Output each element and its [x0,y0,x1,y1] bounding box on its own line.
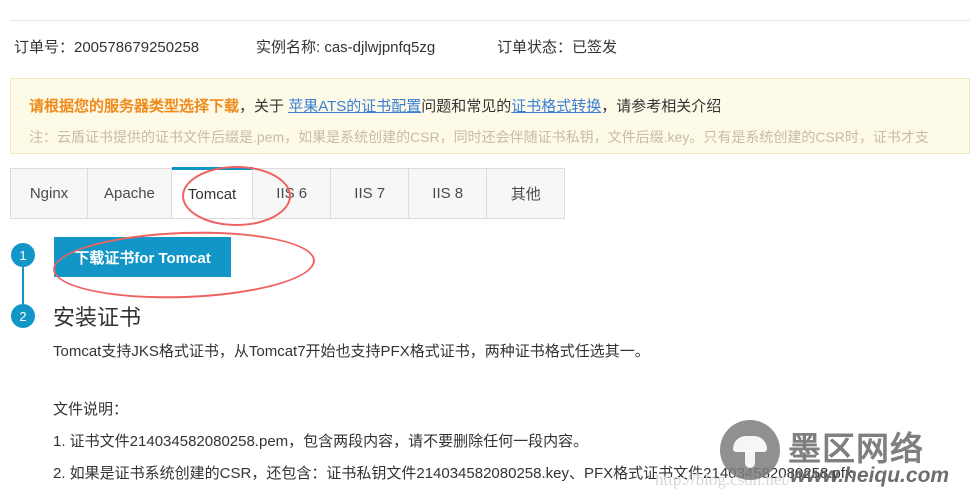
file-description-item: 1. 证书文件214034582080258.pem，包含两段内容，请不要删除任… [53,433,589,450]
certificate-download-page: 订单号：200578679250258 实例名称: cas-djlwjpnfq5z… [0,0,970,502]
notice-banner: 请根据您的服务器类型选择下载，关于 苹果ATS的证书配置问题和常见的证书格式转换… [10,78,970,154]
tab-iis8[interactable]: IIS 8 [409,168,488,218]
notice-tail-text: ，请参考相关介绍 [601,98,722,115]
tab-iis7[interactable]: IIS 7 [331,168,410,218]
watermark-faint-url: http://blog.csdn.net/ [655,470,791,489]
server-type-tabs: Nginx Apache Tomcat IIS 6 IIS 7 IIS 8 其他 [10,167,566,219]
install-section-title: 安装证书 [53,305,142,330]
notice-primary-line: 请根据您的服务器类型选择下载，关于 苹果ATS的证书配置问题和常见的证书格式转换… [29,95,721,116]
header-divider [10,20,970,21]
instance-name: 实例名称: cas-djlwjpnfq5zg [256,39,436,56]
step-badge-1: 1 [11,243,35,267]
order-status: 订单状态：已签发 [497,39,618,56]
tab-iis6[interactable]: IIS 6 [253,168,332,218]
ats-config-link[interactable]: 苹果ATS的证书配置 [288,98,421,115]
step-badge-2: 2 [11,304,35,328]
notice-middle-text: 问题和常见的 [421,98,512,115]
format-conversion-link[interactable]: 证书格式转换 [511,98,601,115]
watermark-mushroom-cap-icon [733,436,767,452]
notice-separator-text: ，关于 [239,98,289,115]
tab-other[interactable]: 其他 [487,168,566,218]
tab-apache[interactable]: Apache [88,168,172,218]
files-label: 文件说明： [53,401,129,418]
install-description: Tomcat支持JKS格式证书，从Tomcat7开始也支持PFX格式证书，两种证… [53,343,650,360]
tab-tomcat[interactable]: Tomcat [171,167,254,218]
order-info-row: 订单号：200578679250258 实例名称: cas-djlwjpnfq5z… [14,36,964,60]
tab-nginx[interactable]: Nginx [10,168,88,218]
step-connector-line [22,267,24,304]
notice-strong-text: 请根据您的服务器类型选择下载 [29,98,240,115]
order-number: 订单号：200578679250258 [14,39,200,56]
notice-note-text: 注：云盾证书提供的证书文件后缀是.pem，如果是系统创建的CSR，同时还会伴随证… [29,129,929,145]
download-certificate-button[interactable]: 下载证书for Tomcat [54,237,231,277]
